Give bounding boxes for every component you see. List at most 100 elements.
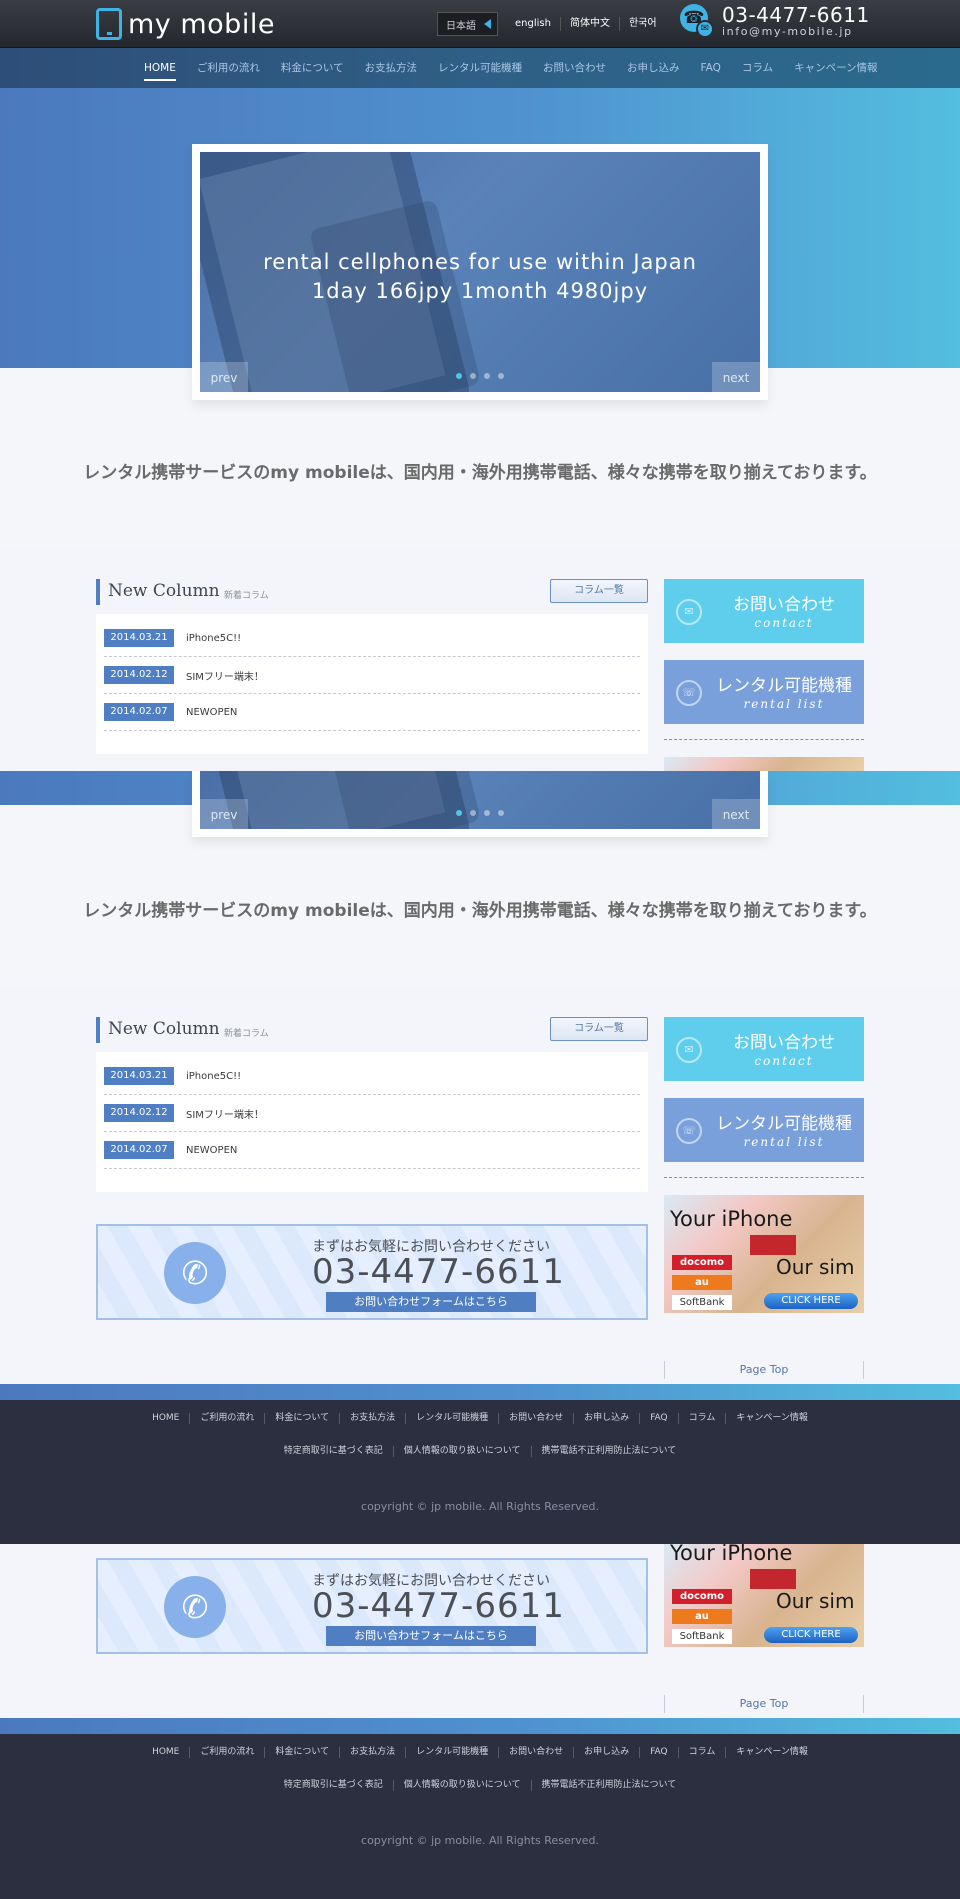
rental-button-sub: rental list — [743, 1135, 825, 1149]
rental-list-button[interactable]: ☏ レンタル可能機種 rental list — [664, 1098, 864, 1162]
contact-form-button[interactable]: お問い合わせフォームはこちら — [326, 1292, 536, 1312]
list-item[interactable]: 2014.02.12 SIMフリー端末！ — [104, 1095, 640, 1132]
footer-link-contact[interactable]: お問い合わせ — [499, 1747, 575, 1758]
rental-list-button[interactable]: ☏ レンタル可能機種 rental list — [664, 660, 864, 724]
main-nav: HOME ご利用の流れ 料金について お支払方法 レンタル可能機種 お問い合わせ… — [0, 48, 960, 88]
list-item-title[interactable]: iPhone5C!! — [186, 1071, 241, 1082]
footer-link-commerce-act[interactable]: 特定商取引に基づく表記 — [274, 1780, 394, 1791]
nav-pricing[interactable]: 料金について — [281, 48, 344, 88]
column-subtitle: 新着コラム — [224, 591, 269, 601]
nav-campaign[interactable]: キャンペーン情報 — [794, 48, 877, 88]
footer-link-home[interactable]: HOME — [142, 1747, 191, 1758]
nav-column[interactable]: コラム — [742, 48, 773, 88]
slider-next-button[interactable]: next — [712, 799, 760, 829]
footer-link-flow[interactable]: ご利用の流れ — [190, 1747, 266, 1758]
slider-dot-3[interactable] — [484, 373, 490, 379]
footer-link-fraud-act[interactable]: 携帯電話不正利用防止法について — [532, 1780, 687, 1791]
call-banner: ✆ まずはお気軽にお問い合わせください 03-4477-6611 お問い合わせフ… — [96, 1224, 648, 1320]
sim-ad-banner[interactable]: Your iPhone Our sim docomo au SoftBank C… — [664, 1544, 864, 1647]
footer-link-privacy[interactable]: 個人情報の取り扱いについて — [394, 1780, 532, 1791]
footer-link-pricing[interactable]: 料金について — [265, 1747, 341, 1758]
language-english[interactable]: english — [506, 17, 561, 31]
footer-link-column[interactable]: コラム — [679, 1413, 727, 1424]
slider-prev-button[interactable]: prev — [200, 799, 248, 829]
list-item-title[interactable]: NEWOPEN — [186, 707, 237, 718]
footer-link-apply[interactable]: お申し込み — [574, 1413, 641, 1424]
contact-form-button[interactable]: お問い合わせフォームはこちら — [326, 1626, 536, 1646]
slide[interactable]: rental cellphones for use within Japan 1… — [200, 152, 760, 392]
list-item-title[interactable]: SIMフリー端末！ — [186, 1106, 264, 1121]
call-number[interactable]: 03-4477-6611 — [312, 1586, 565, 1626]
date-badge: 2014.02.07 — [104, 703, 174, 721]
slider-next-button[interactable]: next — [712, 362, 760, 392]
sim-ad-banner-clipped[interactable] — [664, 757, 864, 771]
site-logo[interactable]: my mobile — [96, 6, 275, 42]
footer-link-commerce-act[interactable]: 特定商取引に基づく表記 — [274, 1446, 394, 1457]
footer-link-campaign[interactable]: キャンペーン情報 — [726, 1747, 818, 1758]
footer-link-home[interactable]: HOME — [142, 1413, 191, 1424]
list-item-title[interactable]: NEWOPEN — [186, 1145, 237, 1156]
rental-button-label: レンタル可能機種 — [716, 676, 852, 696]
slider-dot-4[interactable] — [498, 810, 504, 816]
footer-link-apply[interactable]: お申し込み — [574, 1747, 641, 1758]
slider-dot-2[interactable] — [470, 373, 476, 379]
list-item-title[interactable]: SIMフリー端末！ — [186, 668, 264, 683]
footer-link-contact[interactable]: お問い合わせ — [499, 1413, 575, 1424]
footer-link-column[interactable]: コラム — [679, 1747, 727, 1758]
list-item[interactable]: 2014.02.12 SIMフリー端末！ — [104, 657, 640, 694]
slider-prev-button[interactable]: prev — [200, 362, 248, 392]
footer-link-faq[interactable]: FAQ — [640, 1413, 679, 1424]
footer-link-flow[interactable]: ご利用の流れ — [190, 1413, 266, 1424]
nav-contact[interactable]: お問い合わせ — [543, 48, 606, 88]
nav-apply[interactable]: お申し込み — [627, 48, 680, 88]
list-item[interactable]: 2014.02.07 NEWOPEN — [104, 1132, 640, 1169]
footer-link-fraud-act[interactable]: 携帯電話不正利用防止法について — [532, 1446, 687, 1457]
slider-dots — [456, 810, 504, 816]
logo-text: my mobile — [128, 8, 275, 40]
language-korean[interactable]: 한국어 — [620, 17, 666, 31]
footer-link-privacy[interactable]: 個人情報の取り扱いについて — [394, 1446, 532, 1457]
language-chinese[interactable]: 简体中文 — [561, 17, 620, 31]
top-bar: my mobile 日本語 english 简体中文 한국어 ☎ ✉ 03-447… — [0, 0, 960, 48]
list-item[interactable]: 2014.03.21 iPhone5C!! — [104, 620, 640, 657]
footer-link-campaign[interactable]: キャンペーン情報 — [726, 1413, 818, 1424]
list-item[interactable]: 2014.03.21 iPhone5C!! — [104, 1058, 640, 1095]
footer-link-rental-models[interactable]: レンタル可能機種 — [406, 1747, 500, 1758]
slider-dot-3[interactable] — [484, 810, 490, 816]
ad-click-button[interactable]: CLICK HERE — [764, 1293, 858, 1309]
footer-strip — [0, 1718, 960, 1734]
page-top-link[interactable]: Page Top — [664, 1695, 864, 1713]
page-top-link[interactable]: Page Top — [664, 1361, 864, 1379]
column-list-button[interactable]: コラム一覧 — [550, 579, 648, 603]
nav-payment[interactable]: お支払方法 — [365, 48, 418, 88]
sim-ad-banner[interactable]: Your iPhone Our sim docomo au SoftBank C… — [664, 1195, 864, 1313]
contact-button[interactable]: ✉ お問い合わせ contact — [664, 1017, 864, 1081]
call-number[interactable]: 03-4477-6611 — [312, 1252, 565, 1292]
contact-button[interactable]: ✉ お問い合わせ contact — [664, 579, 864, 643]
header-contact: ☎ ✉ 03-4477-6611 info@my-mobile.jp — [680, 4, 870, 38]
footer-link-payment[interactable]: お支払方法 — [340, 1413, 407, 1424]
list-item-title[interactable]: iPhone5C!! — [186, 633, 241, 644]
header-phone[interactable]: 03-4477-6611 — [722, 4, 870, 26]
header-email[interactable]: info@my-mobile.jp — [722, 26, 870, 38]
nav-home[interactable]: HOME — [144, 48, 176, 88]
footer-link-payment[interactable]: お支払方法 — [340, 1747, 407, 1758]
slide[interactable]: prev next — [200, 771, 760, 829]
slider-dot-1[interactable] — [456, 373, 462, 379]
date-badge: 2014.02.12 — [104, 666, 174, 684]
slider-dot-2[interactable] — [470, 810, 476, 816]
mail-icon: ✉ — [676, 599, 702, 625]
ad-click-button[interactable]: CLICK HERE — [764, 1627, 858, 1643]
footer-link-pricing[interactable]: 料金について — [265, 1413, 341, 1424]
slider-dot-4[interactable] — [498, 373, 504, 379]
slider-dot-1[interactable] — [456, 810, 462, 816]
footer-link-rental-models[interactable]: レンタル可能機種 — [406, 1413, 500, 1424]
column-list-button[interactable]: コラム一覧 — [550, 1017, 648, 1041]
footer-link-faq[interactable]: FAQ — [640, 1747, 679, 1758]
nav-faq[interactable]: FAQ — [701, 48, 721, 88]
nav-rental-models[interactable]: レンタル可能機種 — [438, 48, 522, 88]
carrier-docomo: docomo — [672, 1255, 732, 1270]
language-current[interactable]: 日本語 — [437, 12, 498, 36]
list-item[interactable]: 2014.02.07 NEWOPEN — [104, 694, 640, 731]
nav-flow[interactable]: ご利用の流れ — [197, 48, 260, 88]
